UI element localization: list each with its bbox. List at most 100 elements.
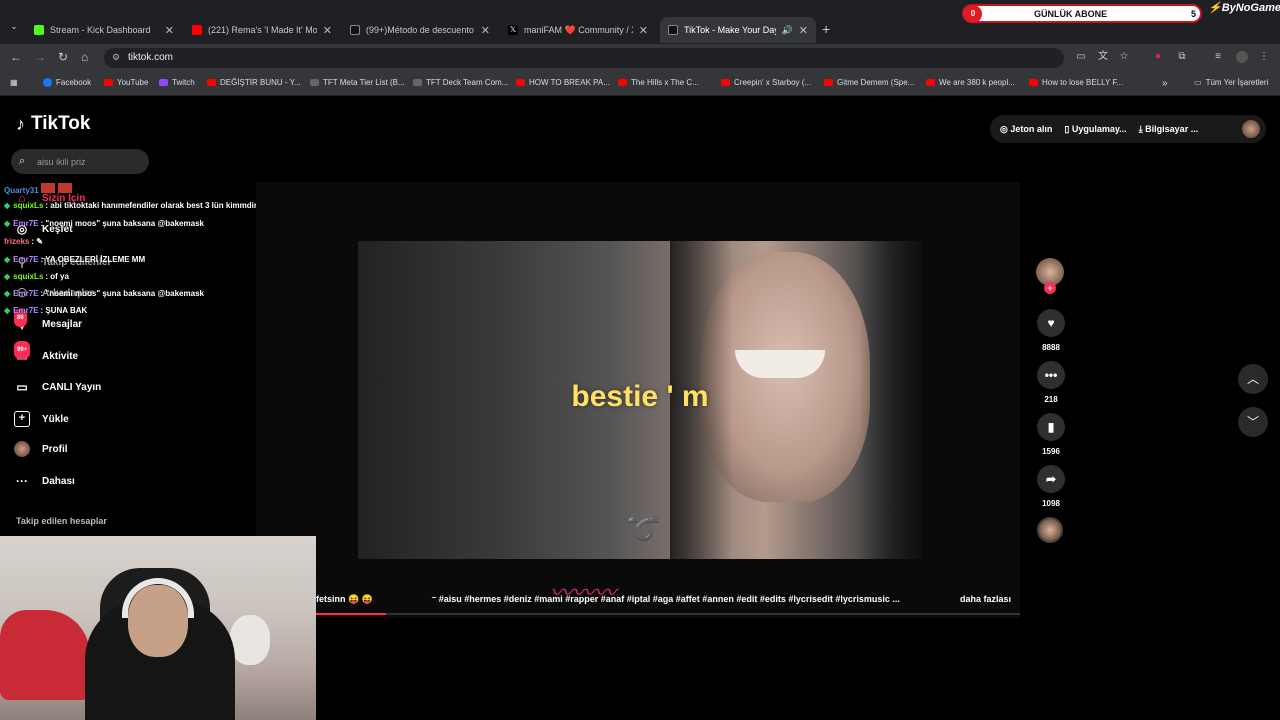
- bookmark-item[interactable]: HOW TO BREAK PA...: [516, 78, 610, 87]
- tiktok-icon: [668, 25, 678, 35]
- browser-tab[interactable]: Stream - Kick Dashboard ✕: [26, 17, 182, 43]
- browser-tab[interactable]: (99+)Método de descuento nu ✕: [342, 17, 498, 43]
- video-progress-bar[interactable]: [316, 613, 1020, 615]
- bookmark-label: We are 380 k peopl...: [939, 78, 1015, 87]
- home-icon[interactable]: ⌂: [81, 50, 88, 64]
- star-icon[interactable]: ☆: [1118, 51, 1130, 63]
- bookmark-item[interactable]: Facebook: [43, 78, 91, 87]
- extension-icon[interactable]: ●: [1152, 51, 1164, 63]
- browser-tab-active[interactable]: TikTok - Make Your Day 🔊 ✕: [660, 17, 816, 43]
- bookmark-label: Gitme Demem (Spe...: [837, 78, 915, 87]
- desktop-app-button[interactable]: ⤓ Bilgisayar ...: [1139, 124, 1199, 135]
- forward-icon[interactable]: →: [34, 50, 46, 64]
- bookmark-item[interactable]: The Hills x The C...: [618, 78, 699, 87]
- nav-item-live[interactable]: ▭ CANLI Yayın: [14, 379, 101, 395]
- bookmark-item[interactable]: TFT Deck Team Com...: [413, 78, 508, 87]
- search-input[interactable]: ⌕ aisu ikili priz: [11, 149, 149, 174]
- subscriber-count: 0: [964, 5, 982, 23]
- like-button[interactable]: ♥ 8888: [1036, 309, 1066, 352]
- sound-avatar[interactable]: [1037, 517, 1063, 543]
- search-value: aisu ikili priz: [37, 157, 86, 167]
- chat-text: of ya: [50, 272, 69, 281]
- webcam-pillow: [0, 610, 90, 700]
- close-icon[interactable]: ✕: [323, 24, 332, 37]
- heart-icon: ♥: [1037, 309, 1065, 337]
- new-tab-button[interactable]: +: [822, 21, 830, 37]
- chat-message: Quarty31: [4, 183, 72, 195]
- chat-user: Quarty31: [4, 186, 39, 195]
- subscriber-goal-target: 5: [1190, 9, 1196, 19]
- tab-title: (221) Rema's 'I Made It' Momen: [208, 25, 317, 35]
- see-more-link[interactable]: daha fazlası: [960, 594, 1011, 604]
- kick-icon: [34, 25, 44, 35]
- share-button[interactable]: ➦ 1098: [1036, 465, 1066, 508]
- bookmark-item[interactable]: How to lose BELLY F...: [1029, 78, 1123, 87]
- puzzle-icon[interactable]: ⧉: [1176, 51, 1188, 63]
- speaker-icon[interactable]: 🔊: [782, 25, 793, 36]
- bookmark-item[interactable]: Twitch: [159, 78, 195, 87]
- caption-hashtags[interactable]: ⁻ #aisu #hermes #deniz #mami #rapper #an…: [431, 594, 899, 604]
- apps-icon[interactable]: ▦: [10, 78, 18, 87]
- get-app-button[interactable]: ▯ Uygulamay...: [1064, 124, 1126, 135]
- browser-tab[interactable]: (221) Rema's 'I Made It' Momen ✕: [184, 17, 340, 43]
- emote-icon: [57, 183, 72, 193]
- site-info-icon[interactable]: ⚙: [112, 52, 120, 63]
- following-accounts-heading: Takip edilen hesaplar: [16, 516, 107, 526]
- save-button[interactable]: ▮ 1596: [1036, 413, 1066, 456]
- nav-item-profile[interactable]: Profil: [14, 441, 68, 457]
- save-count: 1596: [1042, 447, 1060, 456]
- diamond-icon: ◆: [4, 201, 11, 210]
- profile-avatar-icon[interactable]: [1236, 51, 1248, 63]
- all-bookmarks-folder[interactable]: ▭ Tüm Yer İşaretleri: [1194, 78, 1268, 87]
- media-icon[interactable]: ≡: [1212, 51, 1224, 63]
- reload-icon[interactable]: ↻: [58, 50, 68, 64]
- tab-search-icon[interactable]: ⌄: [6, 21, 22, 37]
- profile-avatar[interactable]: [1242, 120, 1260, 138]
- bookmark-label: Twitch: [172, 78, 195, 87]
- bookmark-item[interactable]: TFT Meta Tier List (B...: [310, 78, 405, 87]
- follow-plus-icon[interactable]: +: [1044, 282, 1056, 294]
- comment-icon: •••: [1037, 361, 1065, 389]
- youtube-icon: [824, 79, 833, 86]
- next-video-button[interactable]: ﹀: [1238, 407, 1268, 437]
- previous-video-button[interactable]: ︿: [1238, 364, 1268, 394]
- bookmark-item[interactable]: We are 380 k peopl...: [926, 78, 1015, 87]
- chevron-down-icon: ﹀: [1246, 415, 1259, 429]
- tiktok-logo[interactable]: ♪ TikTok: [16, 113, 90, 135]
- back-icon[interactable]: ←: [10, 50, 22, 64]
- close-icon[interactable]: ✕: [799, 24, 808, 37]
- x-icon: 𝕏: [508, 25, 518, 35]
- bookmark-label: Facebook: [56, 78, 92, 87]
- chat-user: frizeks: [4, 237, 30, 246]
- close-icon[interactable]: ✕: [165, 24, 174, 37]
- live-icon: ▭: [16, 380, 28, 394]
- tiktok-top-actions: ◎ Jeton alın ▯ Uygulamay... ⤓ Bilgisayar…: [990, 115, 1266, 143]
- diamond-icon: ◆: [4, 272, 11, 281]
- translate-icon[interactable]: 文: [1097, 51, 1109, 63]
- bookmark-label: Creepin' x Starboy (...: [734, 78, 812, 87]
- tab-title: maniFAM ❤️ Community / X: [524, 24, 633, 35]
- caption-text: fetsinn 😝 😝: [316, 594, 373, 604]
- browser-tab[interactable]: 𝕏 maniFAM ❤️ Community / X ✕: [500, 17, 656, 43]
- comment-button[interactable]: ••• 218: [1036, 361, 1066, 404]
- chevron-right-icon[interactable]: »: [1162, 78, 1168, 89]
- nav-item-messages[interactable]: ▽86 Mesajlar: [14, 309, 82, 332]
- youtube-icon: [618, 79, 627, 86]
- nav-item-upload[interactable]: + Yükle: [14, 411, 69, 427]
- close-icon[interactable]: ✕: [481, 24, 490, 37]
- get-coins-button[interactable]: ◎ Jeton alın: [1000, 124, 1052, 135]
- logo-text: TikTok: [31, 113, 91, 134]
- bookmark-item[interactable]: Gitme Demem (Spe...: [824, 78, 914, 87]
- menu-icon[interactable]: ⋮: [1258, 51, 1270, 63]
- address-bar[interactable]: ⚙ tiktok.com: [104, 48, 1064, 68]
- nav-item-more[interactable]: ··· Dahası: [14, 473, 75, 489]
- brand-logo-icon: ⚡: [1208, 2, 1222, 14]
- nav-label: Profil: [42, 443, 68, 455]
- bookmark-item[interactable]: YouTube: [104, 78, 148, 87]
- nav-item-activity[interactable]: ▭99+ Aktivite: [14, 341, 78, 364]
- youtube-icon: [516, 79, 525, 86]
- bookmark-item[interactable]: DEĞİŞTİR BUNU - Y...: [207, 78, 301, 87]
- close-icon[interactable]: ✕: [639, 24, 648, 37]
- cast-icon[interactable]: ▭: [1075, 51, 1087, 63]
- bookmark-item[interactable]: Creepin' x Starboy (...: [721, 78, 811, 87]
